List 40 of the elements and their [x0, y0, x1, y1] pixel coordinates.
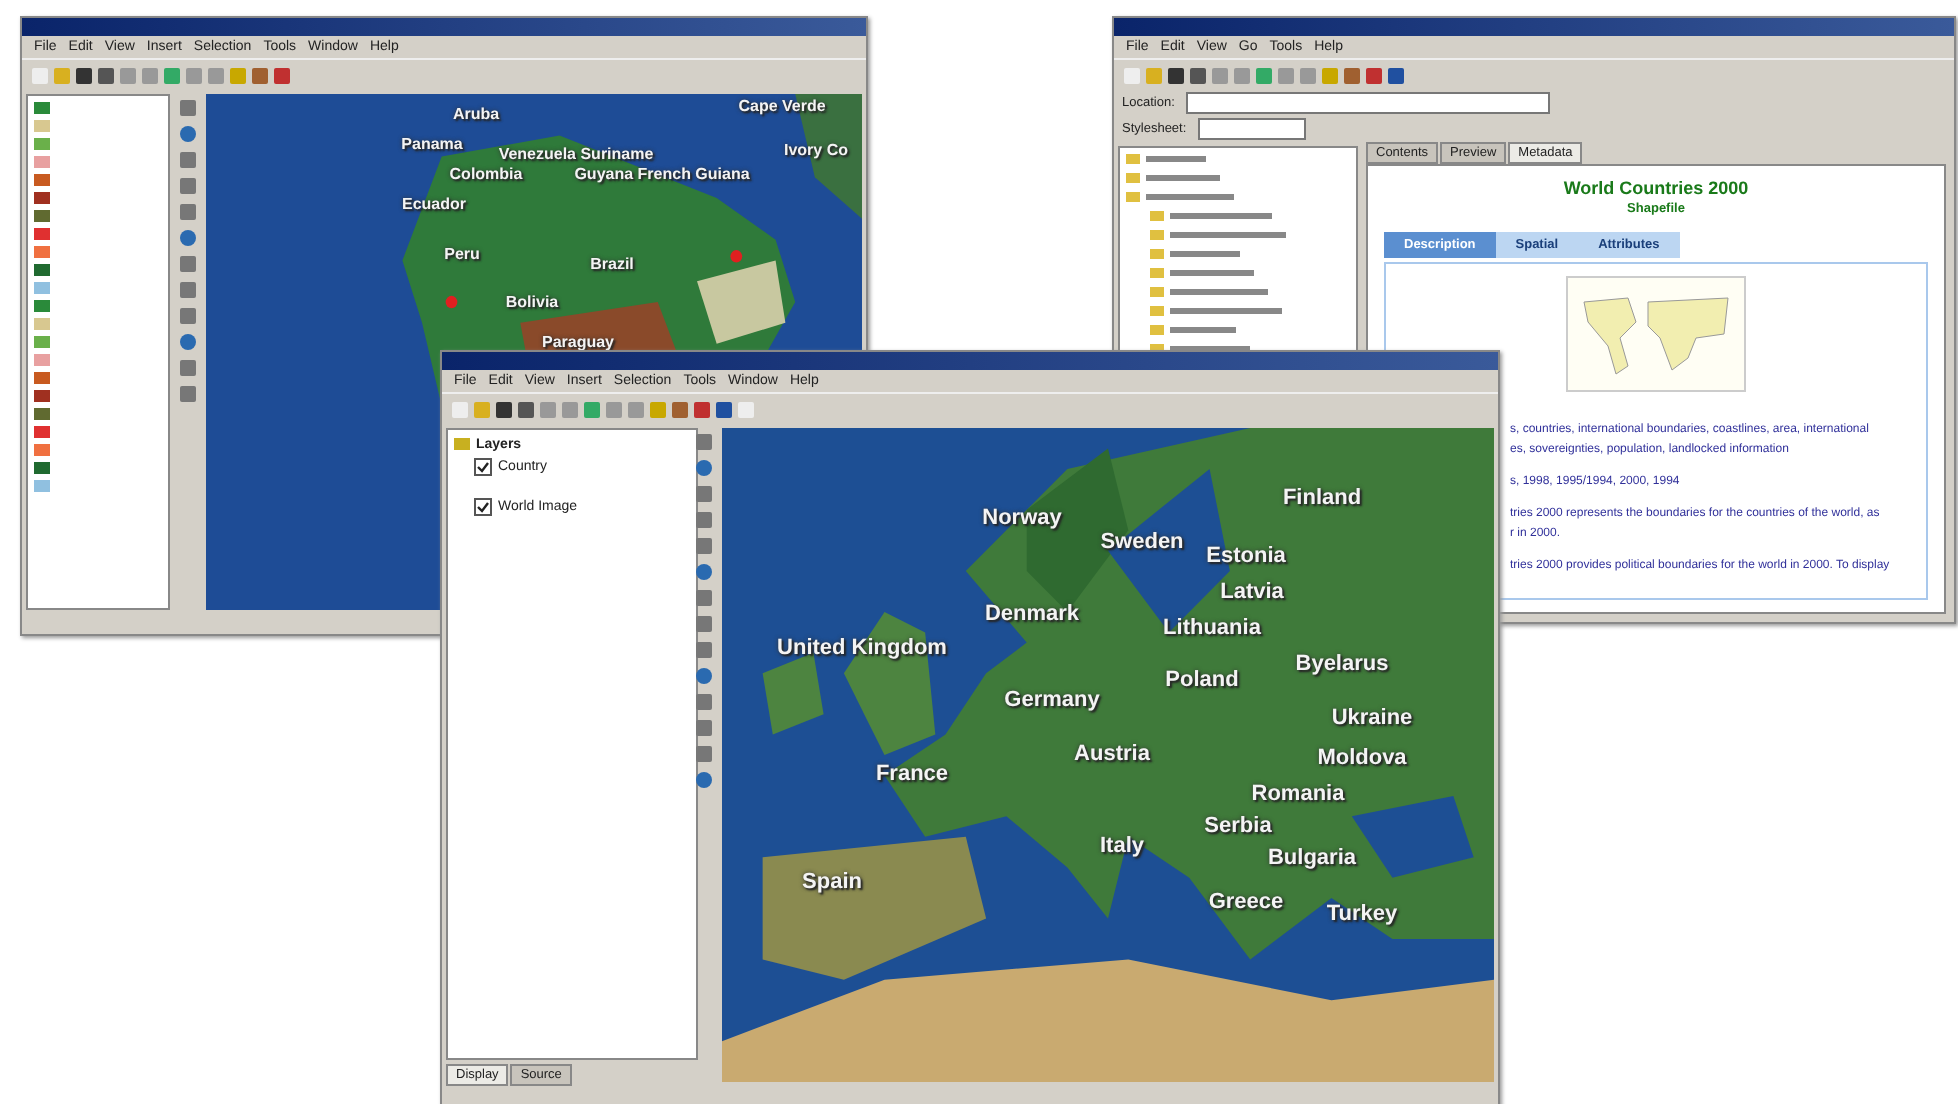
map-label: United Kingdom [777, 636, 947, 660]
map-label: Peru [444, 245, 480, 263]
map-label: Ivory Co [784, 141, 848, 159]
map-label: Spain [802, 870, 862, 894]
map-label: Lithuania [1163, 616, 1261, 640]
map-label: Guyana French Guiana [574, 165, 750, 183]
map-label: Turkey [1326, 902, 1398, 926]
map-label: Latvia [1220, 580, 1284, 604]
map-label: Moldova [1317, 746, 1407, 770]
map-label: Cape Verde [738, 97, 826, 115]
map-label: Ukraine [1331, 706, 1413, 730]
map-label: Aruba [452, 105, 500, 123]
map-label: Venezuela Suriname [498, 145, 654, 163]
layer-checkbox[interactable] [474, 498, 492, 516]
map-label: Romania [1251, 782, 1345, 806]
map-label: Brazil [590, 255, 634, 273]
metadata-title: World Countries 2000 [1563, 178, 1749, 198]
map-label: Italy [1100, 834, 1144, 858]
location-field[interactable] [1186, 92, 1551, 114]
map-label: Serbia [1204, 814, 1272, 838]
map-label: Paraguay [541, 333, 615, 351]
map-label: Finland [1282, 486, 1362, 510]
stylesheet-dropdown[interactable] [1198, 118, 1307, 140]
map-label: Panama [401, 135, 463, 153]
map-label: Estonia [1206, 544, 1286, 568]
layers-icon [454, 436, 470, 452]
map-label: Colombia [449, 165, 523, 183]
map-label: Greece [1208, 890, 1284, 914]
map-label: Germany [1004, 688, 1100, 712]
map-label: Poland [1165, 668, 1239, 692]
map-label: France [875, 762, 949, 786]
map-label: Byelarus [1295, 652, 1389, 676]
map-label: Ecuador [402, 195, 466, 213]
layer-checkbox[interactable] [474, 458, 492, 476]
map-label: Norway [982, 506, 1062, 530]
map-label: Sweden [1100, 530, 1184, 554]
map-label: Bolivia [505, 293, 559, 311]
map-label: Bulgaria [1268, 846, 1356, 870]
map-label: Austria [1074, 742, 1150, 766]
map-label: Denmark [984, 602, 1080, 626]
